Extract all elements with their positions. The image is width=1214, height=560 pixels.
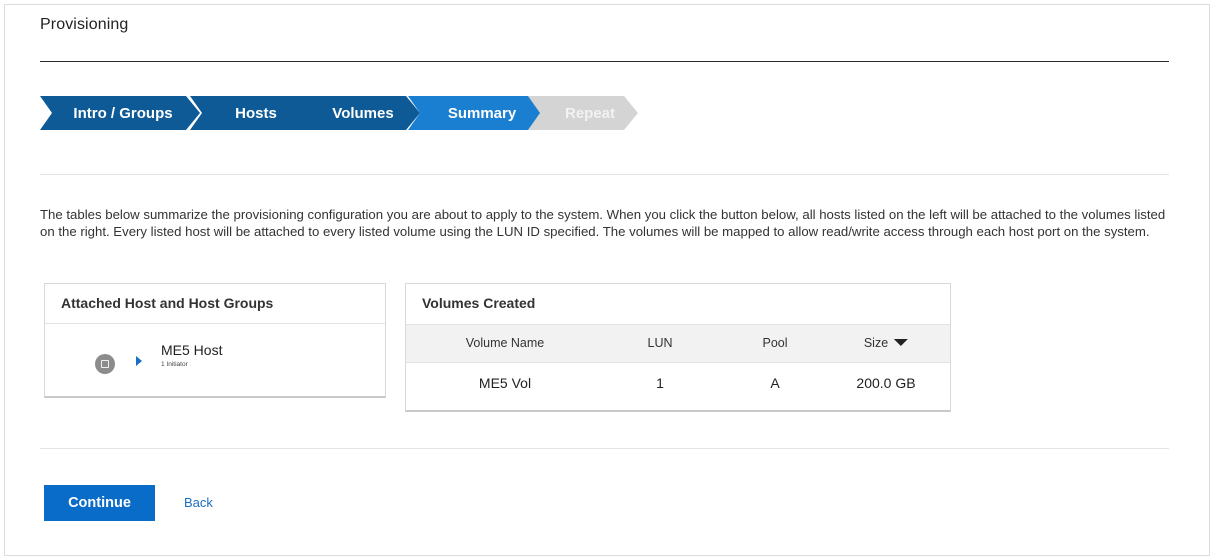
- sort-descending-icon: [894, 339, 909, 346]
- volumes-table-header: Volume Name LUN Pool Size: [406, 324, 950, 363]
- cell-size: 200.0 GB: [856, 375, 916, 391]
- cell-pool: A: [770, 375, 780, 391]
- step-intro-groups[interactable]: Intro / Groups: [40, 96, 200, 130]
- provisioning-panel: [4, 4, 1210, 556]
- continue-button[interactable]: Continue: [44, 485, 155, 521]
- wizard-steps: Intro / Groups Hosts Volumes Summary Rep…: [40, 96, 740, 130]
- summary-description: The tables below summarize the provision…: [40, 207, 1166, 239]
- volumes-created-card: Volumes Created Volume Name LUN Pool Siz…: [405, 283, 951, 412]
- cell-volume-name: ME5 Vol: [478, 375, 532, 391]
- page-title: Provisioning: [40, 16, 129, 33]
- column-header-size[interactable]: Size: [863, 336, 909, 350]
- column-header-pool[interactable]: Pool: [762, 336, 787, 350]
- host-initiator-count: 1 Initiator: [161, 361, 188, 368]
- back-link[interactable]: Back: [184, 495, 213, 510]
- column-header-volume-name[interactable]: Volume Name: [466, 336, 545, 350]
- step-summary[interactable]: Summary: [408, 96, 542, 130]
- column-header-lun[interactable]: LUN: [647, 336, 672, 350]
- section-divider: [40, 174, 1169, 175]
- card-header-divider: [45, 323, 385, 324]
- attached-hosts-card: Attached Host and Host Groups ME5 Host 1…: [44, 283, 386, 398]
- expand-caret-icon[interactable]: [136, 356, 142, 366]
- host-icon: [95, 354, 115, 374]
- step-volumes[interactable]: Volumes: [292, 96, 420, 130]
- step-repeat: Repeat: [528, 96, 638, 130]
- step-hosts[interactable]: Hosts: [190, 96, 308, 130]
- title-divider: [40, 61, 1169, 62]
- host-name: ME5 Host: [161, 342, 223, 358]
- cell-lun: 1: [656, 375, 664, 391]
- column-header-size-label: Size: [863, 336, 889, 350]
- footer-divider: [40, 448, 1169, 449]
- attached-hosts-title: Attached Host and Host Groups: [61, 295, 274, 311]
- volumes-created-title: Volumes Created: [422, 295, 536, 311]
